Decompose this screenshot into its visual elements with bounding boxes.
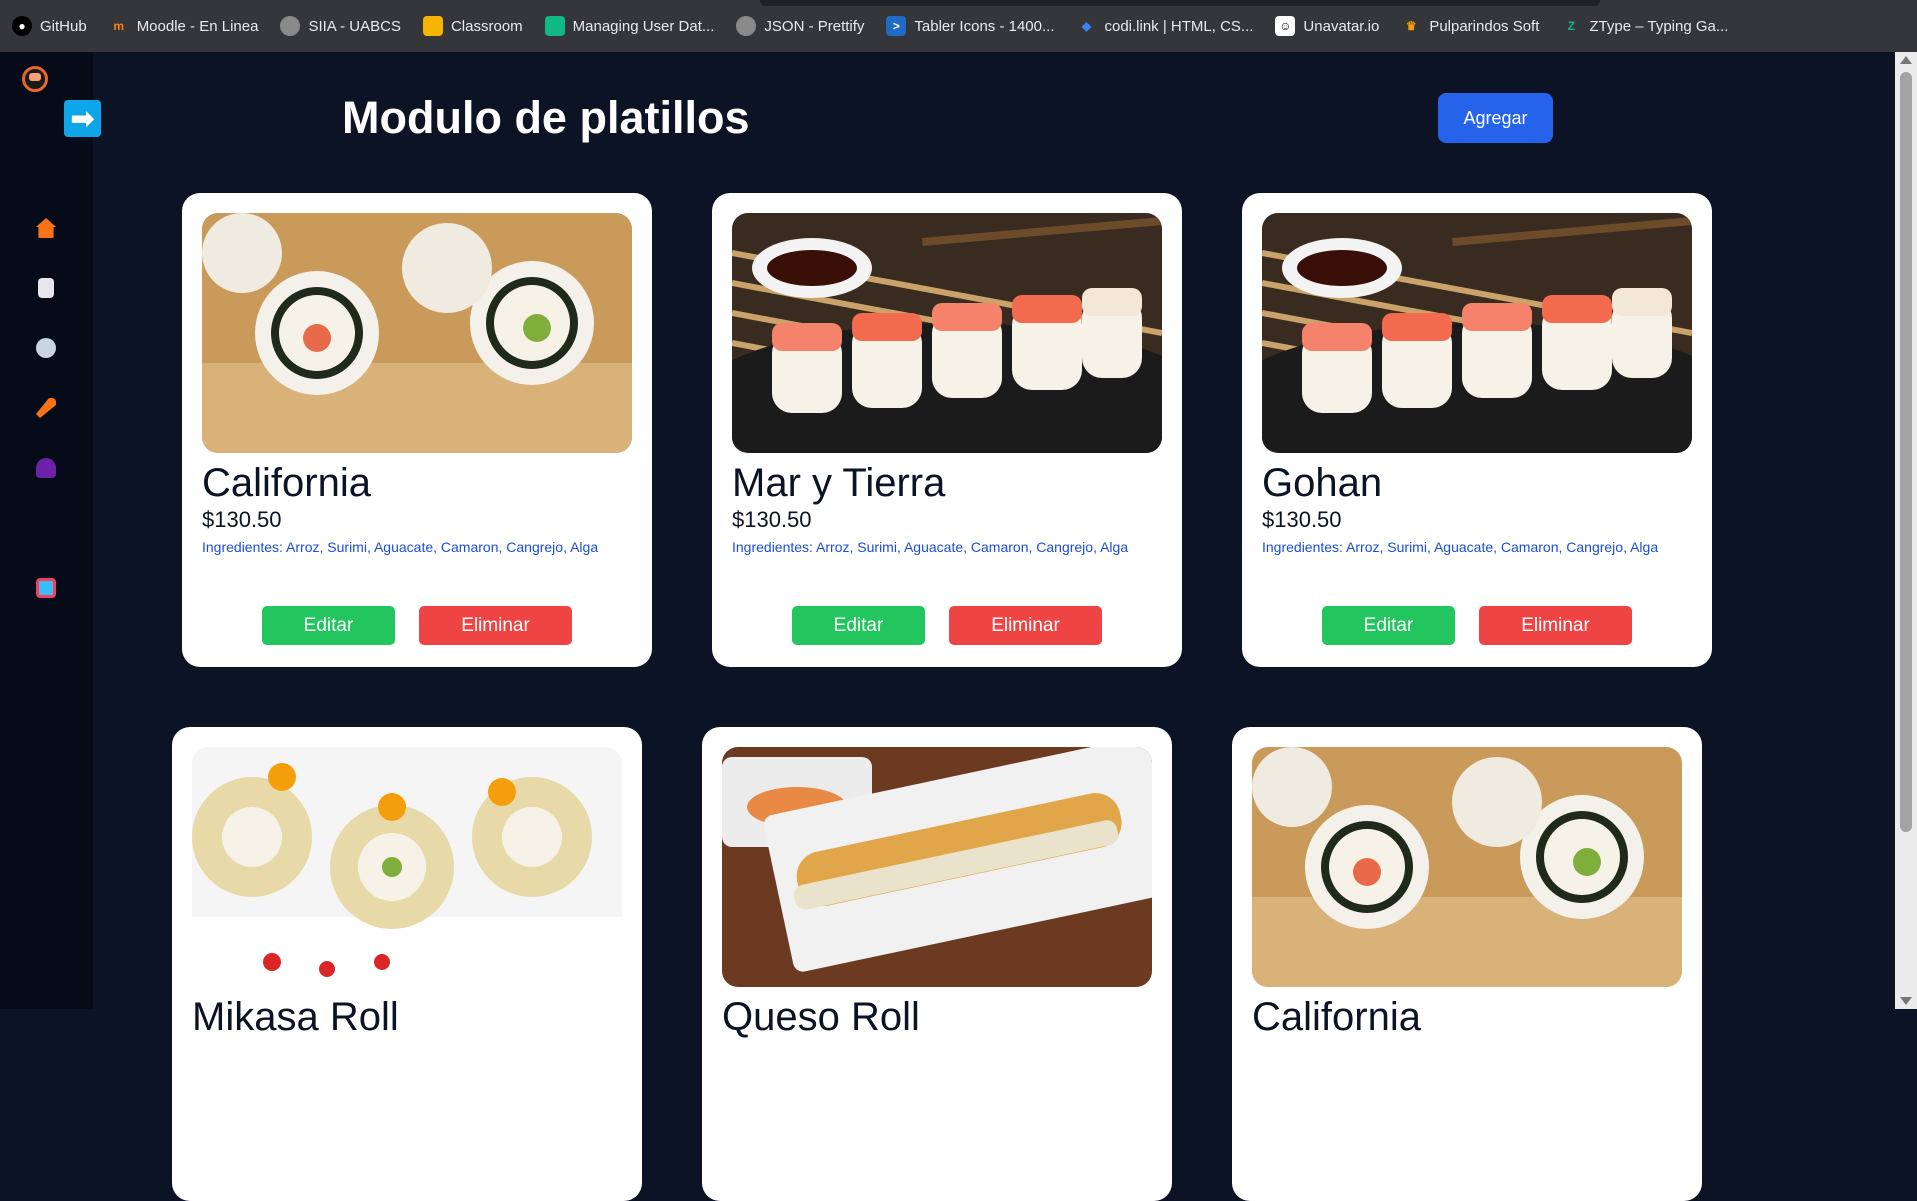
scroll-up-icon[interactable] <box>1900 56 1912 64</box>
dish-name: California <box>1252 995 1421 1039</box>
dish-price: $130.50 <box>732 507 812 532</box>
unavatar-icon: ☺ <box>1275 16 1296 36</box>
delete-button[interactable]: Eliminar <box>419 606 572 645</box>
bookmark-pulparindos[interactable]: ♛ Pulparindos Soft <box>1401 16 1539 36</box>
document-icon[interactable] <box>38 278 54 298</box>
user-icon[interactable] <box>36 458 56 478</box>
dish-name: Mar y Tierra <box>732 461 946 505</box>
delete-button[interactable]: Eliminar <box>1479 606 1632 645</box>
globe-icon <box>736 16 757 36</box>
dish-card: Queso Roll <box>702 727 1172 1201</box>
plate-icon[interactable] <box>36 338 56 358</box>
moodle-icon: m <box>113 19 125 33</box>
dish-ingredients: Ingredientes: Arroz, Surimi, Aguacate, C… <box>732 539 1129 555</box>
edit-button[interactable]: Editar <box>1322 606 1455 645</box>
dish-card: Gohan $130.50 Ingredientes: Arroz, Surim… <box>1242 193 1712 667</box>
dish-ingredients: Ingredientes: Arroz, Surimi, Aguacate, C… <box>202 539 599 555</box>
dish-card: Mikasa Roll <box>172 727 642 1201</box>
dish-price: $130.50 <box>1262 507 1342 532</box>
dish-image <box>1252 747 1682 987</box>
bookmark-tabler-icons[interactable]: > Tabler Icons - 1400... <box>886 16 1054 36</box>
dish-card: California <box>1232 727 1702 1201</box>
dish-image <box>722 747 1152 987</box>
codi-icon: ◆ <box>1081 19 1092 33</box>
scroll-down-icon[interactable] <box>1900 997 1912 1005</box>
dish-name: Mikasa Roll <box>192 995 399 1039</box>
bookmark-codi-link[interactable]: ◆ codi.link | HTML, CS... <box>1076 16 1254 36</box>
dish-image <box>1262 213 1692 453</box>
bookmark-ztype[interactable]: Z ZType – Typing Ga... <box>1561 16 1729 36</box>
dish-image <box>202 213 632 453</box>
bookmark-moodle[interactable]: m Moodle - En Linea <box>109 16 258 36</box>
dish-price: $130.50 <box>202 507 282 532</box>
bookmark-siia[interactable]: SIIA - UABCS <box>280 16 401 36</box>
bookmark-unavatar[interactable]: ☺ Unavatar.io <box>1275 16 1379 36</box>
bookmarks-bar: ● GitHub m Moodle - En Linea SIIA - UABCS … <box>0 0 1917 52</box>
edit-button[interactable]: Editar <box>262 606 395 645</box>
dish-image <box>732 213 1162 453</box>
sushi-logo-icon <box>22 66 48 92</box>
dish-name: Queso Roll <box>722 995 920 1039</box>
bookmark-managing-user-data[interactable]: Managing User Dat... <box>544 16 714 36</box>
dish-name: California <box>202 461 371 505</box>
tabler-icon: > <box>886 16 907 36</box>
scroll-thumb[interactable] <box>1900 72 1912 832</box>
sidebar-toggle-button[interactable]: ➡ <box>64 100 101 137</box>
dish-name: Gohan <box>1262 461 1383 505</box>
scrollbar[interactable] <box>1895 52 1917 1009</box>
tab-strip-edge <box>760 0 1600 6</box>
bookmark-classroom[interactable]: Classroom <box>422 16 523 36</box>
bookmark-github[interactable]: ● GitHub <box>12 16 87 36</box>
ztype-icon: Z <box>1567 19 1576 33</box>
dish-card: California $130.50 Ingredientes: Arroz, … <box>182 193 652 667</box>
dish-card: Mar y Tierra $130.50 Ingredientes: Arroz… <box>712 193 1182 667</box>
dish-image <box>192 747 622 987</box>
github-icon: ● <box>12 16 32 36</box>
dish-ingredients: Ingredientes: Arroz, Surimi, Aguacate, C… <box>1262 539 1659 555</box>
edit-button[interactable]: Editar <box>792 606 925 645</box>
pulparindos-icon: ♛ <box>1405 19 1417 33</box>
page-title: Modulo de platillos <box>342 92 750 143</box>
bookmark-json-prettify[interactable]: JSON - Prettify <box>736 16 864 36</box>
delete-button[interactable]: Eliminar <box>949 606 1102 645</box>
classroom-icon <box>422 16 443 36</box>
logout-icon[interactable] <box>36 578 56 598</box>
globe-icon <box>280 16 301 36</box>
add-button[interactable]: Agregar <box>1438 93 1553 143</box>
managing-icon <box>544 16 565 36</box>
sidebar <box>0 52 93 1009</box>
